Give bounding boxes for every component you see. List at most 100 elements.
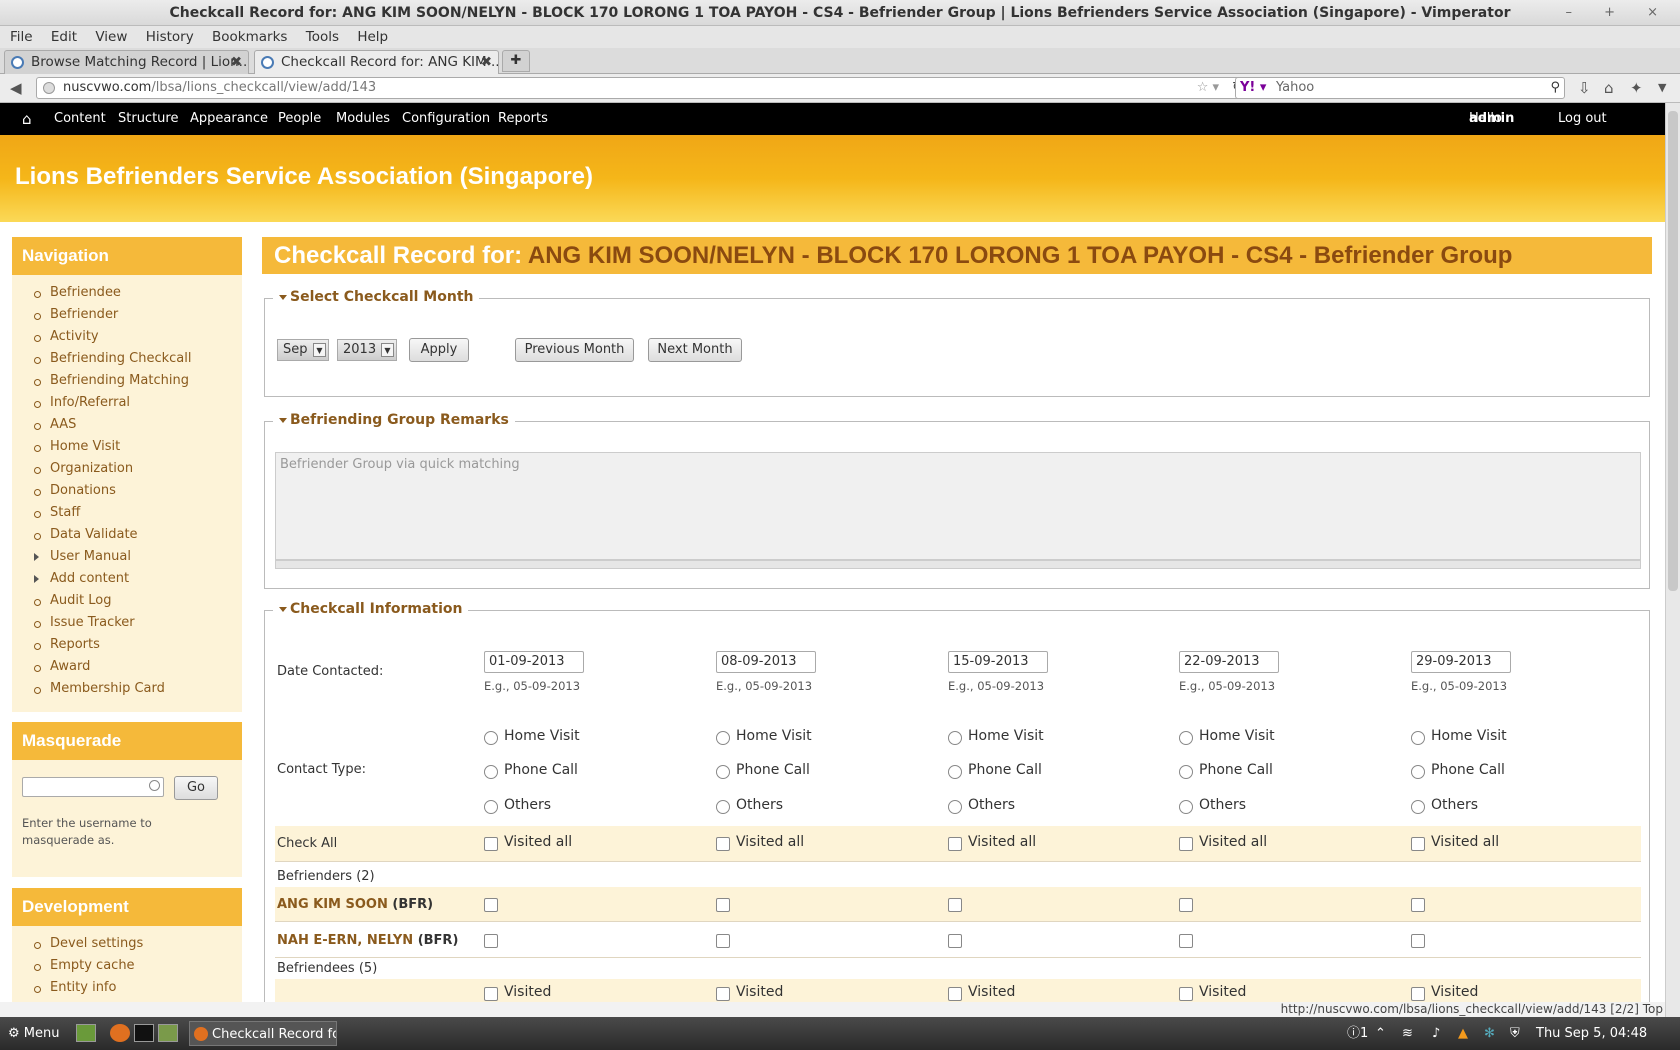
tab-checkcall[interactable]: Checkcall Record for: ANG KIM ... ✖ xyxy=(254,50,499,74)
visited-all-checkbox[interactable]: Visited all xyxy=(1179,834,1267,851)
nav-befriending-checkcall[interactable]: Befriending Checkcall xyxy=(26,349,242,371)
radio-others[interactable]: Others xyxy=(716,797,783,814)
nav-data-validate[interactable]: Data Validate xyxy=(26,525,242,547)
menu-history[interactable]: History xyxy=(146,29,194,45)
visited-all-checkbox[interactable]: Visited all xyxy=(1411,834,1499,851)
nav-add-content[interactable]: Add content xyxy=(26,569,242,591)
new-tab-button[interactable]: ✚ xyxy=(502,50,530,72)
toolbar-reports[interactable]: Reports xyxy=(498,103,548,135)
bookmark-star-icon[interactable]: ☆ ▾ xyxy=(1197,78,1219,98)
year-select[interactable]: 2013 ▼ xyxy=(337,339,397,361)
addon-icon[interactable]: ✦ xyxy=(1630,77,1643,99)
toolbar-content[interactable]: Content xyxy=(54,103,106,135)
nav-staff[interactable]: Staff xyxy=(26,503,242,525)
apply-button[interactable]: Apply xyxy=(409,338,469,362)
radio-others[interactable]: Others xyxy=(484,797,551,814)
befriender-link[interactable]: NAH E-ERN, NELYN xyxy=(277,933,413,948)
date-field-2[interactable]: 08-09-2013 xyxy=(716,651,816,673)
search-box[interactable]: Y! ▾ Yahoo ⚲ xyxy=(1235,77,1565,99)
radio-home-visit[interactable]: Home Visit xyxy=(1411,728,1507,745)
menu-help[interactable]: Help xyxy=(357,29,388,45)
dev-entity-info[interactable]: Entity info xyxy=(26,978,242,1000)
nav-donations[interactable]: Donations xyxy=(26,481,242,503)
logout-link[interactable]: Log out xyxy=(1558,103,1607,135)
nav-award[interactable]: Award xyxy=(26,657,242,679)
menu-edit[interactable]: Edit xyxy=(51,29,77,45)
next-month-button[interactable]: Next Month xyxy=(648,338,742,362)
radio-home-visit[interactable]: Home Visit xyxy=(484,728,580,745)
chevron-up-icon[interactable]: ⌃ xyxy=(1375,1017,1386,1050)
nav-audit-log[interactable]: Audit Log xyxy=(26,591,242,613)
dev-empty-cache[interactable]: Empty cache xyxy=(26,956,242,978)
shield-icon[interactable]: ⛨ xyxy=(1510,1017,1520,1050)
notification-indicator[interactable]: ⓘ1 xyxy=(1347,1017,1368,1050)
dropbox-icon[interactable]: ✻ xyxy=(1484,1017,1495,1050)
terminal-icon[interactable] xyxy=(134,1024,154,1042)
radio-others[interactable]: Others xyxy=(1411,797,1478,814)
vlc-icon[interactable]: ▲ xyxy=(1458,1017,1468,1050)
chevron-down-icon[interactable]: ▼ xyxy=(1658,77,1666,99)
textarea-resize-handle[interactable] xyxy=(275,560,1641,569)
menu-view[interactable]: View xyxy=(95,29,127,45)
radio-phone-call[interactable]: Phone Call xyxy=(1411,762,1505,779)
nav-aas[interactable]: AAS xyxy=(26,415,242,437)
nav-user-manual[interactable]: User Manual xyxy=(26,547,242,569)
menu-file[interactable]: File xyxy=(10,29,33,45)
close-icon[interactable]: ✖ xyxy=(481,51,492,73)
close-icon[interactable]: ✖ xyxy=(231,51,242,73)
visited-checkbox[interactable]: Visited xyxy=(1179,984,1246,1001)
masquerade-input[interactable] xyxy=(22,777,164,797)
nav-organization[interactable]: Organization xyxy=(26,459,242,481)
nav-befriendee[interactable]: Befriendee xyxy=(26,283,242,305)
remarks-textarea[interactable]: Befriender Group via quick matching xyxy=(275,452,1641,560)
firefox-icon[interactable] xyxy=(110,1024,130,1042)
window-controls[interactable]: – + × xyxy=(1565,0,1672,26)
nav-befriending-matching[interactable]: Befriending Matching xyxy=(26,371,242,393)
visited-checkbox[interactable]: Visited xyxy=(484,984,551,1001)
nav-activity[interactable]: Activity xyxy=(26,327,242,349)
back-icon[interactable]: ◀ xyxy=(10,77,22,99)
checkcall-info-legend[interactable]: Checkcall Information xyxy=(273,601,469,617)
tab-browse-matching[interactable]: Browse Matching Record | Lion... ✖ xyxy=(4,50,249,74)
radio-others[interactable]: Others xyxy=(1179,797,1246,814)
radio-phone-call[interactable]: Phone Call xyxy=(948,762,1042,779)
clock[interactable]: Thu Sep 5, 04:48 xyxy=(1536,1017,1647,1050)
home-icon[interactable]: ⌂ xyxy=(22,103,32,135)
masquerade-go-button[interactable]: Go xyxy=(174,776,218,800)
nav-reports[interactable]: Reports xyxy=(26,635,242,657)
nav-membership-card[interactable]: Membership Card xyxy=(26,679,242,701)
nav-befriender[interactable]: Befriender xyxy=(26,305,242,327)
visited-all-checkbox[interactable]: Visited all xyxy=(948,834,1036,851)
previous-month-button[interactable]: Previous Month xyxy=(515,338,634,362)
date-field-1[interactable]: 01-09-2013 xyxy=(484,651,584,673)
date-field-5[interactable]: 29-09-2013 xyxy=(1411,651,1511,673)
home-icon[interactable]: ⌂ xyxy=(1604,77,1614,99)
volume-icon[interactable]: ♪ xyxy=(1432,1017,1440,1050)
menu-tools[interactable]: Tools xyxy=(306,29,339,45)
date-field-3[interactable]: 15-09-2013 xyxy=(948,651,1048,673)
visited-checkbox[interactable]: Visited xyxy=(948,984,1015,1001)
menu-bookmarks[interactable]: Bookmarks xyxy=(212,29,287,45)
radio-phone-call[interactable]: Phone Call xyxy=(1179,762,1273,779)
file-manager-icon[interactable] xyxy=(76,1024,96,1042)
visited-all-checkbox[interactable]: Visited all xyxy=(716,834,804,851)
page-scrollbar[interactable] xyxy=(1665,103,1680,1017)
radio-others[interactable]: Others xyxy=(948,797,1015,814)
nav-home-visit[interactable]: Home Visit xyxy=(26,437,242,459)
taskbar-window-button[interactable]: Checkcall Record fo... xyxy=(189,1021,337,1046)
dev-devel-settings[interactable]: Devel settings xyxy=(26,934,242,956)
yahoo-icon[interactable]: Y! ▾ xyxy=(1240,78,1266,98)
radio-home-visit[interactable]: Home Visit xyxy=(716,728,812,745)
search-icon[interactable]: ⚲ xyxy=(1550,78,1560,98)
visited-all-checkbox[interactable]: Visited all xyxy=(484,834,572,851)
toolbar-modules[interactable]: Modules xyxy=(336,103,390,135)
radio-home-visit[interactable]: Home Visit xyxy=(948,728,1044,745)
toolbar-structure[interactable]: Structure xyxy=(118,103,178,135)
date-field-4[interactable]: 22-09-2013 xyxy=(1179,651,1279,673)
toolbar-appearance[interactable]: Appearance xyxy=(190,103,268,135)
url-bar[interactable]: nuscvwo.com/lbsa/lions_checkcall/view/ad… xyxy=(36,77,1250,99)
radio-phone-call[interactable]: Phone Call xyxy=(716,762,810,779)
wifi-icon[interactable]: ≋ xyxy=(1402,1017,1413,1050)
nav-info-referral[interactable]: Info/Referral xyxy=(26,393,242,415)
visited-checkbox[interactable]: Visited xyxy=(716,984,783,1001)
